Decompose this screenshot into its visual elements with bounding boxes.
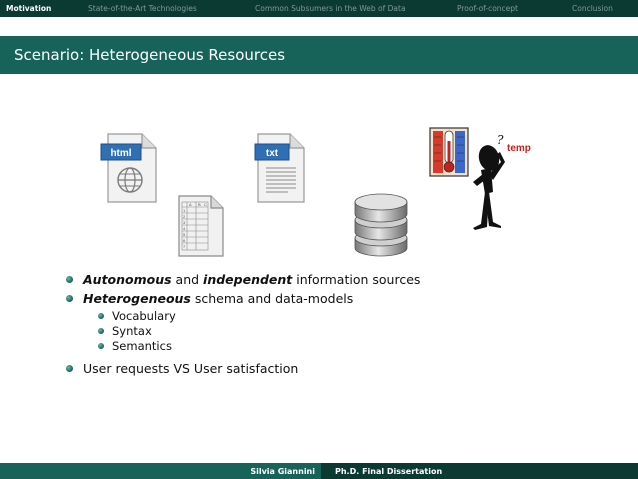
- bullet-dot: [98, 342, 104, 349]
- database-icon: [352, 190, 410, 258]
- footer-bar: Silvia Giannini Ph.D. Final Dissertation: [0, 463, 638, 479]
- spreadsheet-col-a: A: [189, 202, 192, 207]
- footer-author: Silvia Giannini: [0, 463, 321, 479]
- bullet-list: Autonomous and independent information s…: [66, 270, 586, 378]
- list-item: Heterogeneous schema and data-models: [66, 289, 586, 308]
- nav-item-motivation[interactable]: Motivation: [6, 4, 51, 13]
- sub-bullet-text: Vocabulary: [112, 308, 176, 323]
- nav-item-proof-of-concept[interactable]: Proof-of-concept: [457, 4, 518, 13]
- list-item: Autonomous and independent information s…: [66, 270, 586, 289]
- bullet-text: User requests VS User satisfaction: [83, 361, 299, 376]
- list-item: User requests VS User satisfaction: [66, 359, 586, 378]
- temp-label: temp: [507, 143, 531, 154]
- sub-list-item: Vocabulary: [98, 308, 586, 323]
- sub-list-item: Semantics: [98, 338, 586, 353]
- question-mark: ?: [497, 133, 504, 147]
- spreadsheet-icon: A B C 1 2 3 4 5 6 7: [177, 194, 225, 258]
- nav-item-common-subsumers[interactable]: Common Subsumers in the Web of Data: [255, 4, 406, 13]
- thermometer-icon: [429, 127, 469, 177]
- bullet-text: Heterogeneous schema and data-models: [83, 291, 354, 306]
- sub-bullet-text: Syntax: [112, 323, 152, 338]
- bullet-dot: [66, 295, 73, 302]
- html-document-icon: html: [100, 132, 160, 204]
- txt-tag-label: txt: [266, 148, 279, 159]
- sub-list-item: Syntax: [98, 323, 586, 338]
- bullet-dot: [98, 312, 104, 319]
- thinking-person-icon: ? temp: [467, 132, 547, 232]
- sub-bullet-text: Semantics: [112, 338, 172, 353]
- bullet-dot: [66, 365, 73, 372]
- nav-item-state-of-the-art[interactable]: State-of-the-Art Technologies: [88, 4, 197, 13]
- bullet-dot: [66, 276, 73, 283]
- spreadsheet-col-c: C: [204, 202, 207, 207]
- title-bar: Scenario: Heterogeneous Resources: [0, 36, 638, 74]
- nav-item-conclusion[interactable]: Conclusion: [572, 4, 613, 13]
- txt-document-icon: txt: [252, 132, 308, 204]
- slide-title: Scenario: Heterogeneous Resources: [14, 46, 286, 64]
- bullet-text: Autonomous and independent information s…: [83, 272, 421, 287]
- html-tag-label: html: [110, 148, 131, 159]
- footer-talk-title: Ph.D. Final Dissertation: [321, 463, 638, 479]
- spreadsheet-col-b: B: [198, 202, 201, 207]
- nav-bar: Motivation State-of-the-Art Technologies…: [0, 0, 638, 17]
- bullet-dot: [98, 327, 104, 334]
